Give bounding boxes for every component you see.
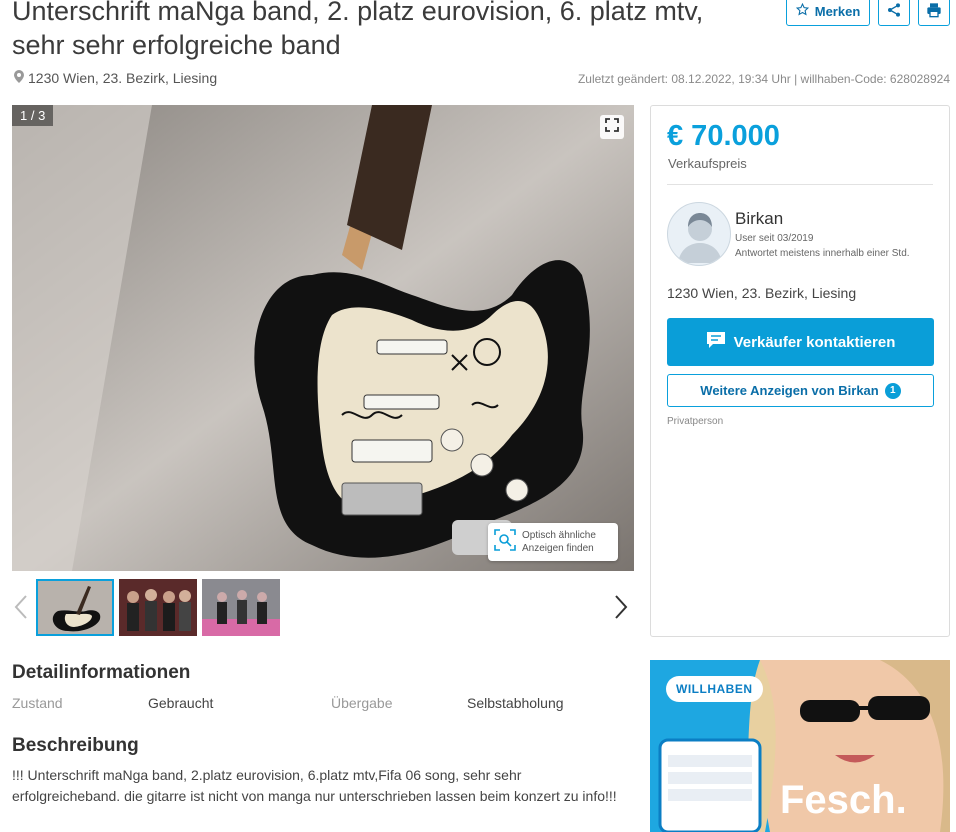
save-button-label: Merken [814, 3, 861, 19]
description-text: !!! Unterschrift maNga band, 2.platz eur… [12, 767, 617, 804]
image-counter: 1 / 3 [12, 105, 54, 126]
seller-type: Privatperson [667, 416, 724, 427]
attr-key-handover: Übergabe [331, 695, 393, 711]
ad-headline: Fesch. [780, 778, 907, 822]
print-icon [926, 2, 942, 21]
similar-ads-line-1: Optisch ähnliche [522, 530, 596, 541]
seller-reply-time: Antwortet meistens innerhalb einer Std. [735, 248, 910, 259]
thumbnail-guitar-image [38, 581, 112, 634]
ad-logo: WILLHABEN [666, 676, 763, 702]
guitar-photo [12, 105, 634, 571]
share-button[interactable] [878, 0, 910, 26]
thumbnail-2[interactable] [119, 579, 197, 636]
more-ads-label: Weitere Anzeigen von Birkan [700, 383, 879, 398]
star-icon [795, 2, 809, 19]
seller-sidebar: € 70.000 Verkaufspreis Birkan User seit … [650, 105, 950, 637]
sidebar-divider [667, 184, 933, 185]
map-pin-icon [14, 70, 24, 86]
chevron-right-icon [614, 595, 628, 626]
avatar[interactable] [667, 202, 731, 266]
listing-meta: Zuletzt geändert: 08.12.2022, 19:34 Uhr … [577, 72, 950, 86]
top-actions: Merken [786, 0, 950, 26]
description-heading: Beschreibung [12, 735, 139, 756]
more-ads-count-badge: 1 [884, 382, 901, 399]
similar-ads-label: Optisch ähnliche Anzeigen finden [522, 529, 596, 555]
image-gallery[interactable]: 1 / 3 Optisch ähnliche Anzeigen finden [12, 105, 634, 571]
visual-search-icon [494, 528, 516, 556]
thumbnail-1[interactable] [36, 579, 114, 636]
price-label: Verkaufspreis [668, 156, 747, 171]
attr-key-condition: Zustand [12, 695, 63, 711]
attr-value-handover: Selbstabholung [467, 695, 564, 711]
expand-icon [605, 117, 619, 137]
seller-name[interactable]: Birkan [735, 209, 783, 229]
details-heading: Detailinformationen [12, 662, 191, 683]
fullscreen-button[interactable] [600, 115, 624, 139]
thumbnail-strip [36, 579, 280, 636]
contact-seller-label: Verkäufer kontaktieren [733, 333, 896, 351]
more-ads-button[interactable]: Weitere Anzeigen von Birkan 1 [667, 374, 934, 407]
thumbnail-3[interactable] [202, 579, 280, 636]
attr-value-condition: Gebraucht [148, 695, 214, 711]
listing-title: Unterschrift maNga band, 2. platz eurovi… [12, 0, 704, 60]
seller-since: User seit 03/2019 [735, 233, 814, 244]
price: € 70.000 [667, 120, 780, 152]
chat-icon [706, 331, 726, 353]
contact-seller-button[interactable]: Verkäufer kontaktieren [667, 318, 934, 366]
listing-location-text: 1230 Wien, 23. Bezirk, Liesing [28, 70, 218, 86]
gallery-prev-button[interactable] [14, 594, 28, 624]
advertisement-banner[interactable]: WILLHABEN Fesch. [650, 660, 950, 832]
chevron-left-icon [14, 595, 28, 626]
seller-location: 1230 Wien, 23. Bezirk, Liesing [667, 285, 857, 301]
listing-location: 1230 Wien, 23. Bezirk, Liesing [14, 70, 217, 86]
share-icon [886, 2, 902, 21]
thumbnail-band-image [119, 579, 197, 636]
similar-ads-button[interactable]: Optisch ähnliche Anzeigen finden [488, 523, 618, 561]
thumbnail-event-image [202, 579, 280, 636]
user-avatar-icon [678, 213, 722, 263]
similar-ads-line-2: Anzeigen finden [522, 543, 594, 554]
print-button[interactable] [918, 0, 950, 26]
gallery-next-button[interactable] [614, 594, 628, 624]
save-button[interactable]: Merken [786, 0, 870, 26]
